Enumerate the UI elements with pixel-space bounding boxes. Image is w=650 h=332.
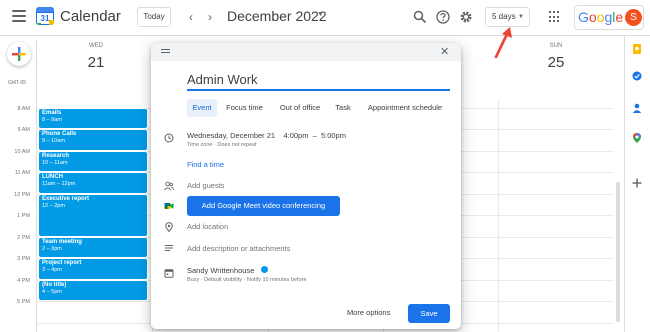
event-block[interactable]: Emails 8 – 9am xyxy=(38,108,148,129)
drag-handle-icon[interactable] xyxy=(161,49,170,55)
event-date-time[interactable]: Wednesday, December 21 4:00pm – 5:00pm xyxy=(187,131,346,140)
plus-icon[interactable] xyxy=(632,178,642,188)
help-icon[interactable] xyxy=(436,10,450,24)
event-block[interactable]: Project report 3 – 4pm xyxy=(38,258,148,280)
view-select[interactable]: 5 days ▼ xyxy=(485,7,530,27)
day-header-wed: WED xyxy=(89,43,103,49)
event-dialog: ✕ Admin Work Event Focus time Out of off… xyxy=(151,43,461,329)
event-time: 10 – 11am xyxy=(42,160,68,166)
add-description-input[interactable]: Add description or attachments xyxy=(187,244,290,253)
calendar-owner[interactable]: Sandy Writtenhouse xyxy=(187,266,254,275)
event-title: Research xyxy=(42,153,70,159)
plus-icon xyxy=(12,47,26,61)
more-options-button[interactable]: More options xyxy=(347,308,390,317)
event-block[interactable]: (No title) 4 – 5pm xyxy=(38,280,148,301)
month-title[interactable]: December 2022 xyxy=(227,8,327,24)
tab-task[interactable]: Task xyxy=(332,99,354,117)
tasks-icon[interactable] xyxy=(632,71,642,81)
hour-label: 8 AM xyxy=(17,106,30,112)
day-number-25[interactable]: 25 xyxy=(540,54,572,71)
month-caret-icon[interactable]: ▼ xyxy=(317,11,324,18)
event-title: Team meeting xyxy=(42,239,82,245)
annotation-arrow-icon xyxy=(494,27,512,59)
view-select-label: 5 days xyxy=(492,12,516,21)
event-title: Phone Calls xyxy=(42,131,77,137)
hour-label: 5 PM xyxy=(17,299,30,305)
tab-appointment-schedule[interactable]: Appointment schedule xyxy=(359,99,451,117)
event-time: 2 – 3pm xyxy=(42,246,62,252)
day-header-sun: SUN xyxy=(549,43,563,49)
hour-label: 10 AM xyxy=(14,149,30,155)
event-title: LUNCH xyxy=(42,174,63,180)
chevron-left-icon[interactable]: ‹ xyxy=(184,8,198,26)
event-block[interactable]: Phone Calls 9 – 10am xyxy=(38,129,148,151)
clock-icon xyxy=(164,133,174,143)
google-wordmark: Google xyxy=(578,9,624,25)
hour-label: 1 PM xyxy=(17,213,30,219)
people-icon xyxy=(164,181,174,191)
google-meet-icon xyxy=(164,203,174,209)
event-time: 8 – 9am xyxy=(42,117,62,123)
event-block[interactable]: Team meeting 2 – 3pm xyxy=(38,237,148,258)
today-button[interactable]: Today xyxy=(137,7,171,27)
event-time: 3 – 4pm xyxy=(42,267,62,273)
maps-icon[interactable] xyxy=(632,133,642,143)
dialog-drag-bar[interactable]: ✕ xyxy=(151,43,461,61)
timezone-repeat-text[interactable]: Time zone · Does not repeat xyxy=(187,142,257,148)
event-title-input[interactable]: Admin Work xyxy=(187,71,450,91)
event-block[interactable]: LUNCH 11am – 12pm xyxy=(38,172,148,194)
find-a-time-link[interactable]: Find a time xyxy=(187,160,224,169)
keep-icon[interactable] xyxy=(632,44,642,54)
calendar-color-dot[interactable] xyxy=(261,266,268,273)
tab-out-of-office[interactable]: Out of office xyxy=(272,99,328,117)
hour-label: 11 AM xyxy=(14,170,30,176)
event-block[interactable]: Executive report 12 – 2pm xyxy=(38,194,148,237)
contacts-icon[interactable] xyxy=(632,103,642,113)
save-button[interactable]: Save xyxy=(408,304,450,323)
event-time: 12 – 2pm xyxy=(42,203,65,209)
add-guests-input[interactable]: Add guests xyxy=(187,181,225,190)
menu-icon[interactable] xyxy=(12,10,26,24)
close-icon[interactable]: ✕ xyxy=(440,46,449,58)
event-title: (No title) xyxy=(42,282,67,288)
event-time: 11am – 12pm xyxy=(42,181,76,187)
event-time: 4 – 5pm xyxy=(42,289,62,295)
event-title: Project report xyxy=(42,260,82,266)
event-block[interactable]: Research 10 – 11am xyxy=(38,151,148,172)
create-button[interactable] xyxy=(7,42,31,66)
google-account-box[interactable]: Google S xyxy=(574,5,644,30)
day-number-21[interactable]: 21 xyxy=(80,54,112,71)
hour-label: 12 PM xyxy=(14,192,30,198)
event-time: 9 – 10am xyxy=(42,138,65,144)
calendar-logo-icon[interactable]: 31 xyxy=(36,7,54,25)
add-location-input[interactable]: Add location xyxy=(187,222,228,231)
hour-label: 3 PM xyxy=(17,256,30,262)
scrollbar-thumb[interactable] xyxy=(616,182,620,322)
search-icon[interactable] xyxy=(413,10,427,24)
app-name: Calendar xyxy=(60,8,121,25)
description-icon xyxy=(165,245,173,251)
event-title: Executive report xyxy=(42,196,90,202)
chevron-down-icon: ▼ xyxy=(518,14,524,20)
hour-label: 9 AM xyxy=(17,127,30,133)
hour-label: 4 PM xyxy=(17,278,30,284)
calendar-window: 31 Calendar Today ‹ › December 2022 ▼ 5 … xyxy=(0,0,650,332)
tab-focus-time[interactable]: Focus time xyxy=(221,99,268,117)
chevron-right-icon[interactable]: › xyxy=(203,8,217,26)
gear-icon[interactable] xyxy=(459,10,473,24)
add-google-meet-button[interactable]: Add Google Meet video conferencing xyxy=(187,196,340,216)
event-title: Emails xyxy=(42,110,62,116)
tab-event[interactable]: Event xyxy=(187,99,217,117)
apps-grid-icon[interactable] xyxy=(549,11,561,23)
top-bar: 31 Calendar Today ‹ › December 2022 ▼ 5 … xyxy=(0,0,650,36)
location-pin-icon xyxy=(165,222,173,232)
timezone-label: GMT-05 xyxy=(8,80,27,86)
calendar-icon xyxy=(164,269,174,278)
avatar[interactable]: S xyxy=(625,9,642,26)
calendar-settings-text[interactable]: Busy · Default visibility · Notify 10 mi… xyxy=(187,277,307,283)
hour-label: 2 PM xyxy=(17,235,30,241)
